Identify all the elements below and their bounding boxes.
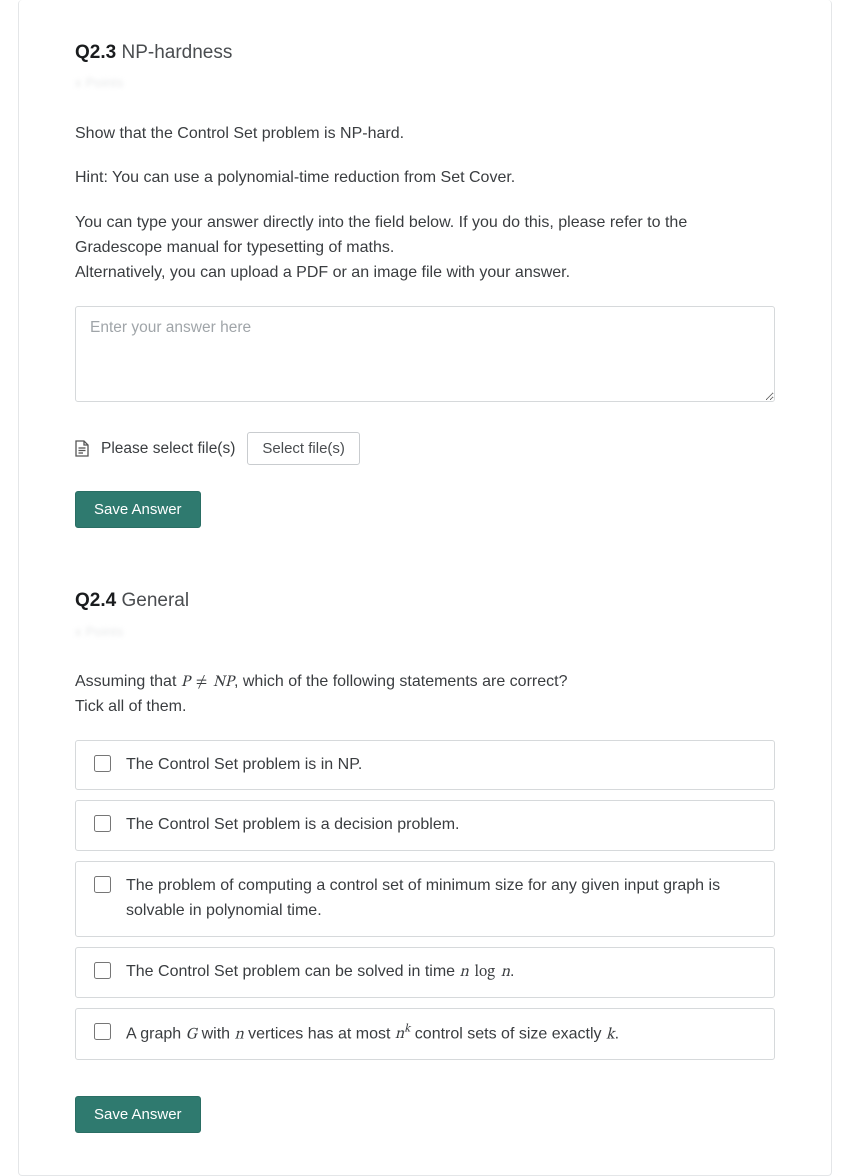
option-checkbox[interactable] [94, 1023, 111, 1040]
question-title: Q2.4 General [75, 586, 775, 615]
question-hint: Hint: You can use a polynomial-time redu… [75, 166, 775, 191]
option-4[interactable]: A graph G with n vertices has at most nk… [75, 1008, 775, 1060]
question-subtitle: NP-hardness [121, 42, 232, 63]
select-files-button[interactable]: Select file(s) [247, 432, 360, 465]
intro-post: , which of the following statements are … [234, 673, 568, 690]
save-answer-button[interactable]: Save Answer [75, 1096, 201, 1133]
option-checkbox[interactable] [94, 755, 111, 772]
intro-pre: Assuming that [75, 673, 181, 690]
option-2[interactable]: The problem of computing a control set o… [75, 861, 775, 937]
option-1[interactable]: The Control Set problem is a decision pr… [75, 800, 775, 851]
question-2-3: Q2.3 NP-hardness x Points Show that the … [75, 38, 775, 528]
file-upload-label: Please select file(s) [101, 437, 235, 461]
options-list: The Control Set problem is in NP. The Co… [75, 740, 775, 1060]
option-text: The Control Set problem is a decision pr… [126, 813, 460, 838]
question-points: x Points [75, 622, 775, 642]
question-points: x Points [75, 73, 775, 93]
file-icon [75, 440, 89, 457]
option-checkbox[interactable] [94, 815, 111, 832]
question-2-4: Q2.4 General x Points Assuming that P ≠ … [75, 586, 775, 1132]
option-3[interactable]: The Control Set problem can be solved in… [75, 947, 775, 998]
question-number: Q2.4 [75, 590, 116, 611]
question-instructions-alt: Alternatively, you can upload a PDF or a… [75, 261, 775, 286]
file-upload-row: Please select file(s) Select file(s) [75, 432, 775, 465]
answer-textarea[interactable] [75, 306, 775, 402]
question-text: Show that the Control Set problem is NP-… [75, 122, 775, 147]
option-text: The Control Set problem can be solved in… [126, 960, 514, 985]
question-intro: Assuming that P ≠ NP, which of the follo… [75, 670, 775, 695]
option-text: The problem of computing a control set o… [126, 874, 760, 924]
save-answer-button[interactable]: Save Answer [75, 491, 201, 528]
math-pneqnp: P ≠ NP [181, 673, 234, 690]
option-checkbox[interactable] [94, 962, 111, 979]
option-text: A graph G with n vertices has at most nk… [126, 1021, 619, 1047]
question-subtitle: General [121, 590, 189, 611]
question-title: Q2.3 NP-hardness [75, 38, 775, 67]
option-checkbox[interactable] [94, 876, 111, 893]
option-text: The Control Set problem is in NP. [126, 753, 362, 778]
question-instructions: You can type your answer directly into t… [75, 211, 775, 261]
option-0[interactable]: The Control Set problem is in NP. [75, 740, 775, 791]
question-number: Q2.3 [75, 42, 116, 63]
question-intro-line2: Tick all of them. [75, 695, 775, 720]
